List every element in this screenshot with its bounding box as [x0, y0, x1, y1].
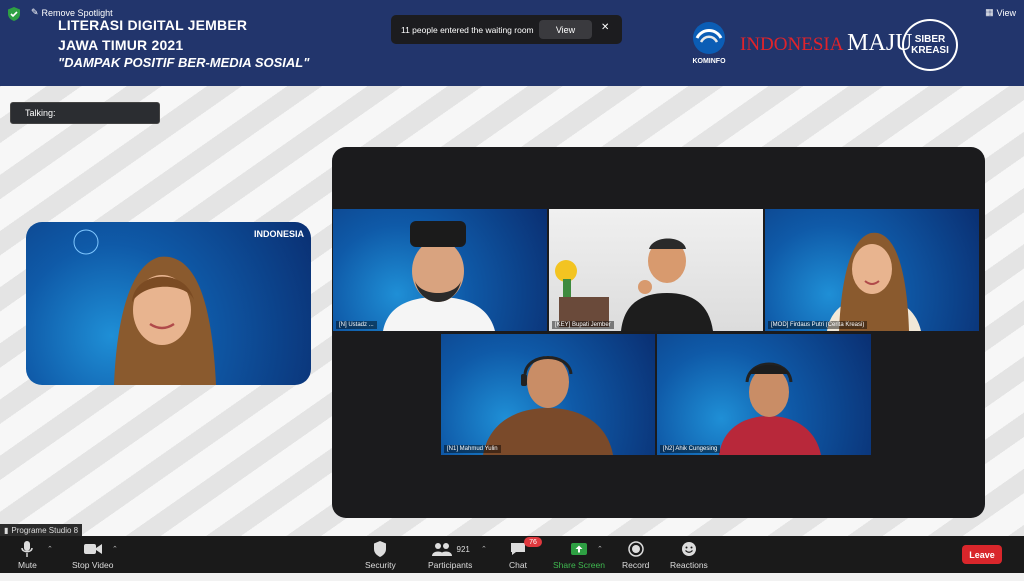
gallery-view: [N] Ustadz ... [KEY] Bupati Jember [MOD]…: [332, 147, 985, 518]
indonesia-maju-logo: INDONESIA MAJU: [740, 30, 913, 56]
participant-avatar: [483, 356, 613, 455]
waiting-room-notification: 11 people entered the waiting room View …: [391, 15, 622, 44]
view-menu-button[interactable]: ▦ View: [985, 7, 1016, 18]
microphone-icon: [20, 540, 34, 558]
chat-bubble-icon: 76: [510, 537, 542, 558]
banner-title-line3: "DAMPAK POSITIF BER-MEDIA SOSIAL": [58, 55, 310, 70]
participant-name: [MOD] Firdaus Putri (Cerita Kreasi): [768, 321, 868, 329]
stop-video-label: Stop Video: [72, 560, 114, 570]
share-options-chevron-icon[interactable]: ⌃: [597, 545, 603, 553]
host-name-label: ▮ Programe Studio 8: [0, 524, 83, 536]
talking-label: Talking:: [25, 108, 56, 118]
participants-label: Participants: [428, 560, 473, 570]
participant-tile[interactable]: [MOD] Firdaus Putri (Cerita Kreasi): [765, 209, 979, 331]
stop-video-button[interactable]: Stop Video: [72, 540, 113, 570]
participant-name: [N2] Ahik Cungesing: [660, 445, 721, 453]
banner-title-line2: JAWA TIMUR 2021: [58, 37, 184, 53]
window-bottom-edge: [0, 573, 1024, 581]
participant-tile[interactable]: [N2] Ahik Cungesing: [657, 334, 871, 455]
participants-count: 921: [456, 544, 470, 554]
view-menu-label: View: [996, 7, 1016, 18]
security-label: Security: [365, 560, 396, 570]
participant-tile[interactable]: [KEY] Bupati Jember: [549, 209, 763, 331]
chat-button[interactable]: 76 Chat: [509, 537, 542, 570]
kominfo-logo: KOMINFO: [688, 18, 730, 68]
speaker-avatar: [73, 229, 216, 385]
record-icon: [627, 540, 644, 558]
participant-name: [KEY] Bupati Jember: [552, 321, 614, 329]
participant-avatar: [719, 362, 821, 455]
record-label: Record: [622, 560, 650, 570]
mute-label: Mute: [18, 560, 37, 570]
waiting-room-view-button[interactable]: View: [539, 20, 592, 39]
record-button[interactable]: Record: [622, 540, 649, 570]
meeting-toolbar: Mute ⌃ Stop Video ⌃ Security 921 Partici…: [0, 536, 1024, 573]
security-button[interactable]: Security: [365, 540, 396, 570]
participant-avatar: [383, 221, 495, 331]
participants-icon-row: 921: [431, 540, 470, 558]
close-icon[interactable]: ✕: [601, 22, 609, 33]
security-shield-icon: [8, 7, 20, 21]
shield-icon: [373, 540, 387, 558]
participants-options-chevron-icon[interactable]: ⌃: [481, 545, 487, 553]
reactions-button[interactable]: Reactions: [670, 540, 708, 570]
participant-avatar: [555, 238, 713, 331]
indonesia-overlay-text: INDONESIA: [253, 229, 304, 239]
siberkreasi-logo: SIBER KREASI: [902, 19, 958, 71]
signal-bars-icon: ▮: [4, 525, 9, 535]
participant-tile[interactable]: [N] Ustadz ...: [333, 209, 547, 331]
share-screen-icon: [570, 540, 588, 558]
mute-button[interactable]: Mute: [18, 540, 37, 570]
participant-name: [N1] Mahmud Yulin: [444, 445, 501, 453]
audio-options-chevron-icon[interactable]: ⌃: [47, 545, 53, 553]
participants-button[interactable]: 921 Participants: [428, 540, 472, 570]
participant-tile[interactable]: [N1] Mahmud Yulin: [441, 334, 655, 455]
participant-name: [N] Ustadz ...: [336, 321, 377, 329]
reactions-label: Reactions: [670, 560, 708, 570]
spotlight-video[interactable]: INDONESIA: [26, 222, 311, 385]
chat-unread-badge: 76: [523, 537, 542, 547]
pin-icon: ✎: [31, 7, 39, 17]
remove-spotlight-label: Remove Spotlight: [41, 7, 113, 18]
video-options-chevron-icon[interactable]: ⌃: [112, 545, 118, 553]
chat-label: Chat: [509, 560, 527, 570]
waiting-room-message: 11 people entered the waiting room: [401, 24, 534, 35]
video-camera-icon: [83, 540, 103, 558]
leave-button[interactable]: Leave: [962, 545, 1002, 564]
host-name: Programe Studio 8: [11, 525, 79, 535]
talking-indicator: Talking:: [10, 102, 160, 124]
banner-title-line1: LITERASI DIGITAL JEMBER: [58, 17, 248, 33]
participant-avatar: [827, 232, 921, 331]
smiley-icon: [681, 540, 697, 558]
participants-icon: [431, 543, 452, 556]
share-screen-label: Share Screen: [553, 560, 605, 570]
grid-icon: ▦: [985, 7, 994, 17]
